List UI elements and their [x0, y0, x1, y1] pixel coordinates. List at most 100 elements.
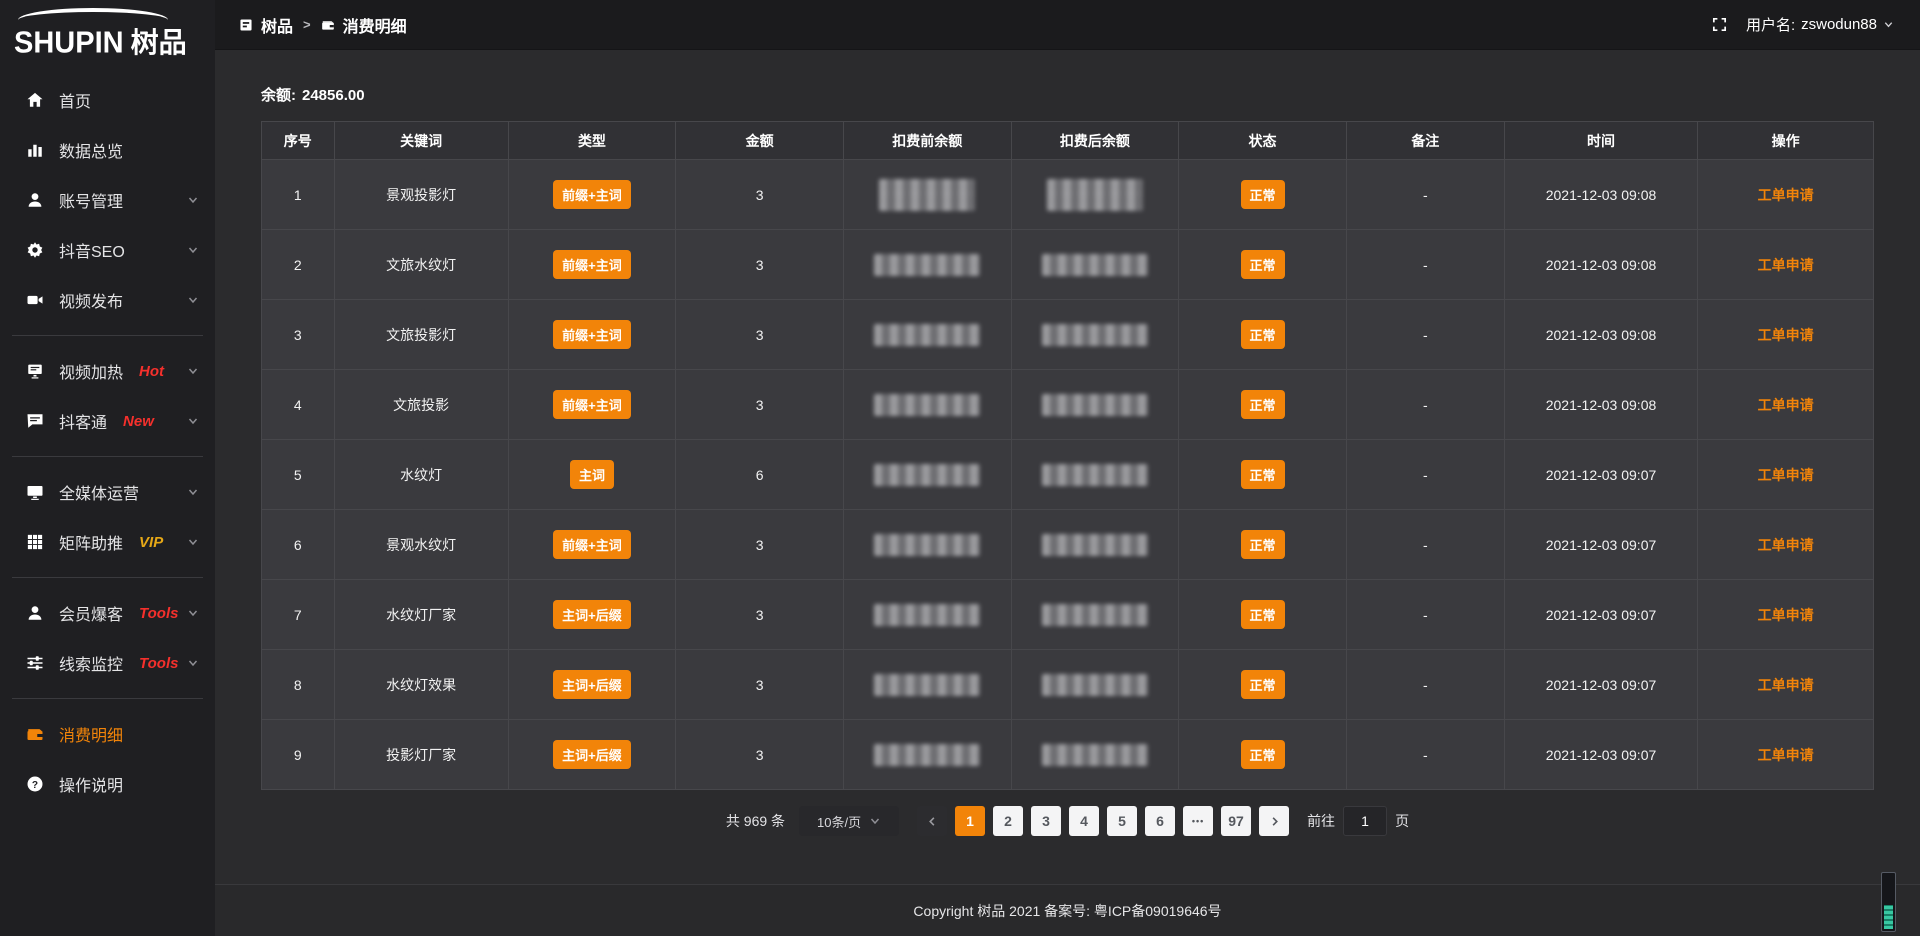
cell-pre-balance	[843, 160, 1011, 230]
sidebar-item-label: 视频加热	[59, 359, 123, 383]
page-button-5[interactable]: 5	[1107, 806, 1137, 836]
user-menu[interactable]: 用户名: zswodun88	[1746, 14, 1894, 35]
page-button-97[interactable]: 97	[1221, 806, 1251, 836]
cell-post-balance	[1011, 720, 1179, 790]
hot-tag: Hot	[139, 363, 164, 380]
censored-balance	[874, 534, 980, 556]
sidebar-item-video-publish[interactable]: 视频发布	[0, 275, 215, 325]
cell-keyword: 文旅投影灯	[334, 300, 508, 370]
col-type: 类型	[508, 122, 676, 160]
work-order-link[interactable]: 工单申请	[1758, 257, 1814, 273]
cell-keyword: 水纹灯厂家	[334, 580, 508, 650]
work-order-link[interactable]: 工单申请	[1758, 187, 1814, 203]
content-area: 余额:24856.00 序号 关键词 类型 金额 扣费前余额 扣费后余额	[215, 50, 1920, 884]
breadcrumb-root[interactable]: 树品	[261, 13, 293, 37]
table-row: 3 文旅投影灯 前缀+主词 3 正常 - 2021-12-03 09:08 工单…	[262, 300, 1874, 370]
more-pages-button[interactable]: •••	[1183, 806, 1213, 836]
cell-type: 主词+后缀	[508, 720, 676, 790]
type-badge: 前缀+主词	[553, 390, 631, 419]
sidebar-divider	[12, 335, 203, 336]
cell-time: 2021-12-03 09:08	[1504, 370, 1697, 440]
table-row: 6 景观水纹灯 前缀+主词 3 正常 - 2021-12-03 09:07 工单…	[262, 510, 1874, 580]
cell-status: 正常	[1179, 580, 1347, 650]
sidebar-item-video-heat[interactable]: 视频加热 Hot	[0, 346, 215, 396]
svg-text:?: ?	[32, 780, 38, 791]
page-size-select[interactable]: 10条/页	[799, 806, 899, 836]
status-badge: 正常	[1241, 530, 1285, 559]
home-icon	[26, 91, 44, 109]
sidebar-item-consumption-detail[interactable]: 消费明细	[0, 709, 215, 759]
consumption-table: 序号 关键词 类型 金额 扣费前余额 扣费后余额 状态 备注 时间 操作 1	[261, 121, 1874, 790]
tools-tag: Tools	[139, 605, 178, 622]
cell-amount: 3	[676, 160, 844, 230]
page-button-1[interactable]: 1	[955, 806, 985, 836]
cell-post-balance	[1011, 580, 1179, 650]
work-order-link[interactable]: 工单申请	[1758, 327, 1814, 343]
chevron-down-icon	[187, 415, 199, 427]
total-count: 共 969 条	[726, 811, 785, 831]
sidebar-item-instructions[interactable]: ? 操作说明	[0, 759, 215, 809]
sidebar-item-media-ops[interactable]: 全媒体运营	[0, 467, 215, 517]
censored-balance	[874, 324, 980, 346]
cell-index: 4	[262, 370, 335, 440]
page-button-6[interactable]: 6	[1145, 806, 1175, 836]
work-order-link[interactable]: 工单申请	[1758, 747, 1814, 763]
cell-action: 工单申请	[1698, 300, 1874, 370]
cell-amount: 3	[676, 510, 844, 580]
sidebar-item-account-mgmt[interactable]: 账号管理	[0, 175, 215, 225]
sidebar-item-label: 全媒体运营	[59, 480, 139, 504]
cell-keyword: 文旅投影	[334, 370, 508, 440]
cell-status: 正常	[1179, 720, 1347, 790]
sidebar-item-member-burst[interactable]: 会员爆客 Tools	[0, 588, 215, 638]
user-area: 用户名: zswodun88	[1711, 14, 1894, 35]
sidebar-item-douketong[interactable]: 抖客通 New	[0, 396, 215, 446]
sidebar-item-lead-monitor[interactable]: 线索监控 Tools	[0, 638, 215, 688]
chevron-down-icon	[187, 365, 199, 377]
cell-time: 2021-12-03 09:08	[1504, 160, 1697, 230]
sidebar-item-label: 线索监控	[59, 651, 123, 675]
sidebar-item-data-overview[interactable]: 数据总览	[0, 125, 215, 175]
sidebar-item-matrix-boost[interactable]: 矩阵助推 VIP	[0, 517, 215, 567]
sidebar-item-home[interactable]: 首页	[0, 75, 215, 125]
work-order-link[interactable]: 工单申请	[1758, 397, 1814, 413]
censored-balance	[874, 604, 980, 626]
breadcrumb: 树品 > 消费明细	[239, 13, 407, 37]
vip-tag: VIP	[139, 534, 163, 551]
cell-post-balance	[1011, 300, 1179, 370]
next-page-button[interactable]	[1259, 806, 1289, 836]
scroll-widget-thumb	[1884, 905, 1893, 929]
copyright-text: Copyright 树品 2021 备案号: 粤ICP备09019646号	[913, 901, 1221, 921]
cell-type: 主词+后缀	[508, 650, 676, 720]
work-order-link[interactable]: 工单申请	[1758, 537, 1814, 553]
sidebar-item-label: 视频发布	[59, 288, 123, 312]
cell-status: 正常	[1179, 650, 1347, 720]
page-button-3[interactable]: 3	[1031, 806, 1061, 836]
censored-balance	[1047, 179, 1143, 211]
goto-page-input[interactable]	[1343, 806, 1387, 836]
scroll-widget[interactable]	[1881, 872, 1896, 932]
sidebar-divider	[12, 456, 203, 457]
table-row: 2 文旅水纹灯 前缀+主词 3 正常 - 2021-12-03 09:08 工单…	[262, 230, 1874, 300]
chevron-down-icon	[187, 536, 199, 548]
page-button-2[interactable]: 2	[993, 806, 1023, 836]
page-button-4[interactable]: 4	[1069, 806, 1099, 836]
cell-action: 工单申请	[1698, 510, 1874, 580]
work-order-link[interactable]: 工单申请	[1758, 467, 1814, 483]
cell-action: 工单申请	[1698, 370, 1874, 440]
work-order-link[interactable]: 工单申请	[1758, 677, 1814, 693]
balance-label: 余额:	[261, 87, 296, 104]
pagination: 共 969 条 10条/页 1 2 3 4 5 6 ••• 97 前往 页	[261, 806, 1874, 836]
fullscreen-icon[interactable]	[1711, 16, 1728, 33]
cell-keyword: 水纹灯效果	[334, 650, 508, 720]
table-header-row: 序号 关键词 类型 金额 扣费前余额 扣费后余额 状态 备注 时间 操作	[262, 122, 1874, 160]
cell-type: 前缀+主词	[508, 300, 676, 370]
sidebar-item-douyin-seo[interactable]: 抖音SEO	[0, 225, 215, 275]
cell-post-balance	[1011, 230, 1179, 300]
cell-status: 正常	[1179, 300, 1347, 370]
question-icon: ?	[26, 775, 44, 793]
footer: Copyright 树品 2021 备案号: 粤ICP备09019646号	[215, 884, 1920, 936]
prev-page-button[interactable]	[917, 806, 947, 836]
table-row: 5 水纹灯 主词 6 正常 - 2021-12-03 09:07 工单申请	[262, 440, 1874, 510]
cell-index: 9	[262, 720, 335, 790]
work-order-link[interactable]: 工单申请	[1758, 607, 1814, 623]
